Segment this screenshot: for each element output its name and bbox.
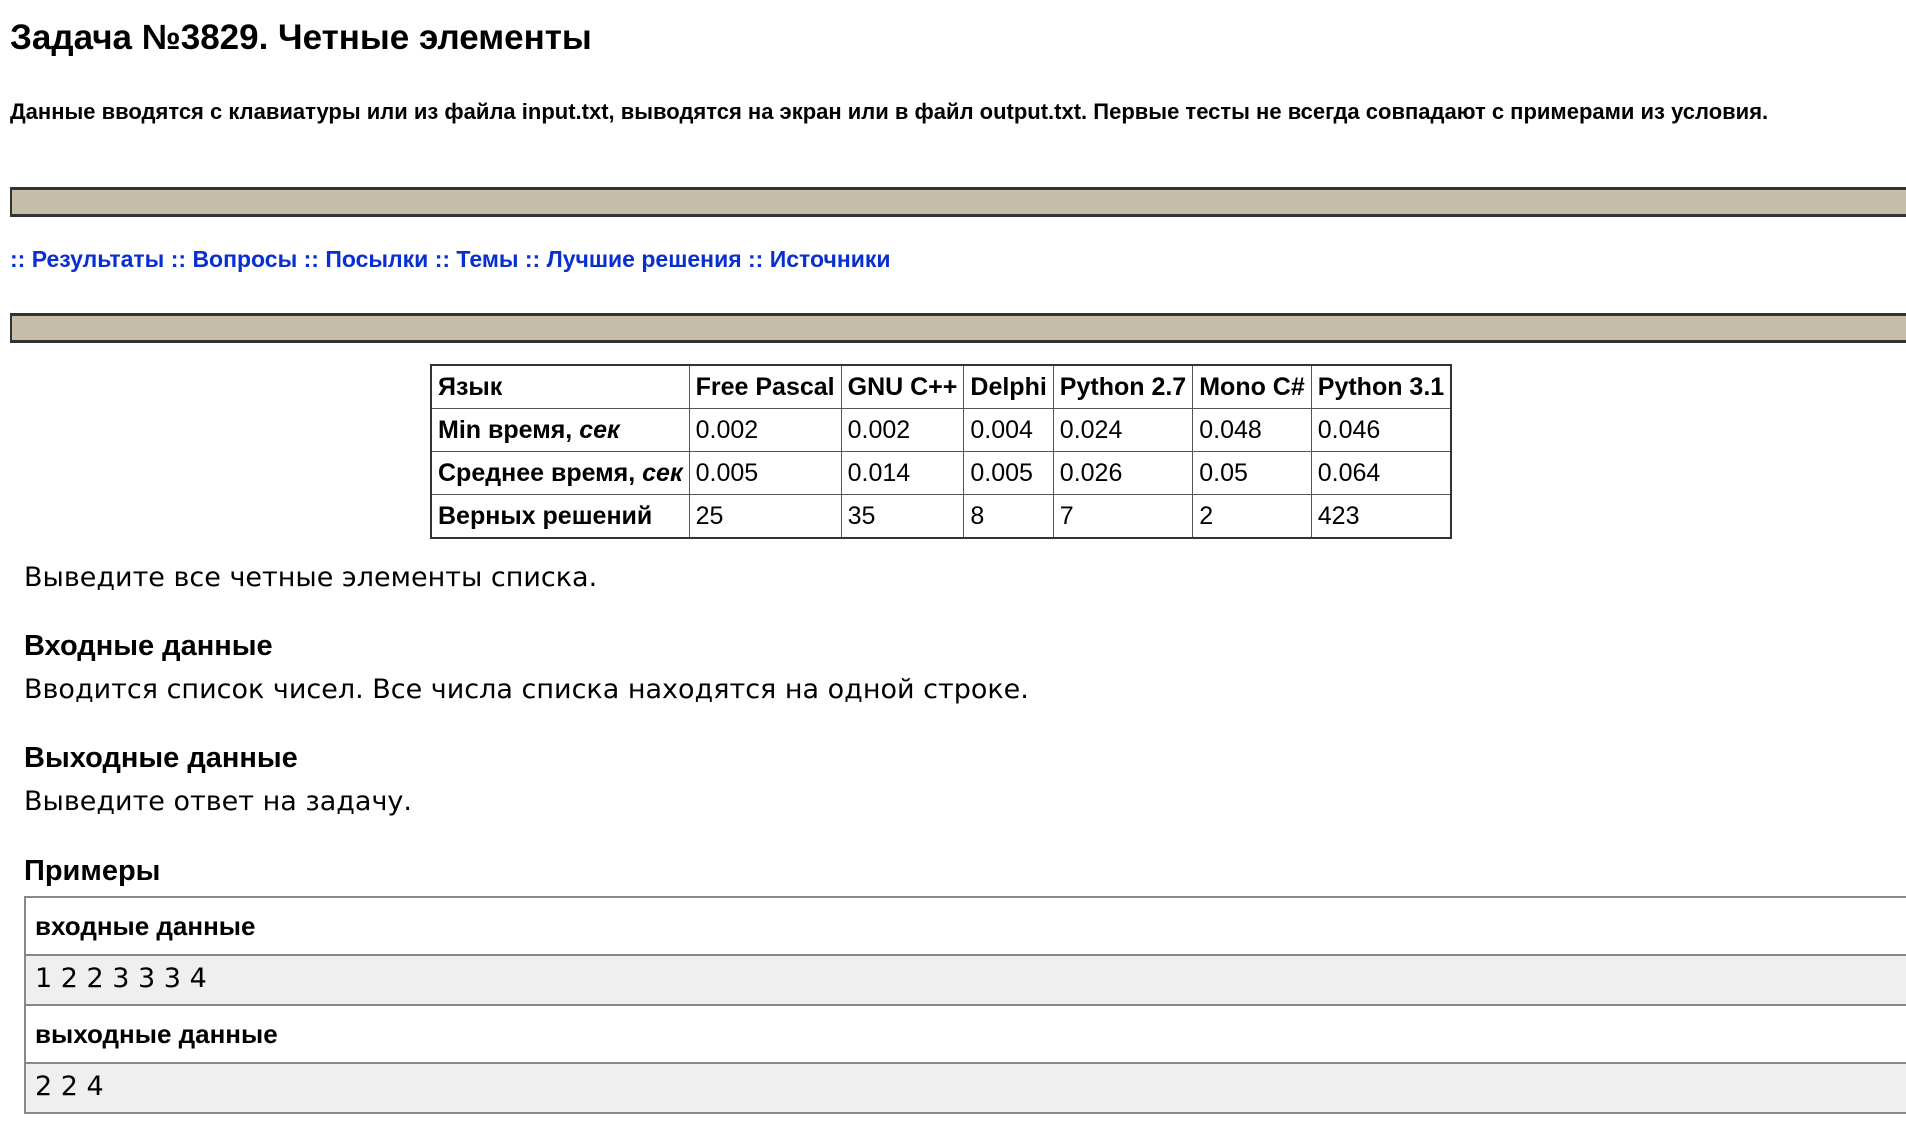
io-note: Данные вводятся с клавиатуры или из файл… [10, 99, 1769, 124]
nav-link-topics[interactable]: Темы [456, 246, 518, 272]
example-output-label: выходные данные [26, 1006, 1906, 1064]
row-unit: сек [642, 458, 683, 487]
value-cell: 0.014 [840, 451, 965, 495]
value-cell: 0.064 [1310, 451, 1452, 495]
problem-nav: :: Результаты :: Вопросы :: Посылки :: Т… [10, 246, 891, 273]
nav-separator: :: [170, 246, 187, 272]
nav-separator: :: [434, 246, 451, 272]
row-unit: сек [579, 415, 620, 444]
example-input-value: 1 2 2 3 3 3 4 [26, 956, 1906, 1006]
divider-bar [10, 313, 1906, 343]
example-input-label: входные данные [26, 898, 1906, 956]
row-label-cell: Верных решений [430, 494, 690, 539]
nav-link-results[interactable]: Результаты [32, 246, 165, 272]
header-cell: Free Pascal [688, 364, 842, 409]
table-row: Верных решений 25 35 8 7 2 423 [430, 494, 1452, 539]
value-cell: 7 [1052, 494, 1194, 539]
value-cell: 0.048 [1192, 408, 1312, 452]
examples-heading: Примеры [24, 855, 161, 887]
nav-separator: :: [303, 246, 319, 272]
table-header-row: Язык Free Pascal GNU C++ Delphi Python 2.7 Mo… [430, 364, 1452, 409]
value-cell: 2 [1192, 494, 1312, 539]
language-stats-table: Язык Free Pascal GNU C++ Delphi Python 2.7 Mo… [430, 364, 1453, 539]
row-label: Среднее время, [438, 458, 643, 487]
value-cell: 0.005 [963, 451, 1054, 495]
nav-separator: :: [10, 246, 26, 272]
value-cell: 0.05 [1192, 451, 1312, 495]
input-heading: Входные данные [24, 630, 273, 662]
nav-link-sources[interactable]: Источники [770, 246, 891, 272]
nav-link-questions[interactable]: Вопросы [192, 246, 297, 272]
header-cell: GNU C++ [840, 364, 965, 409]
problem-statement: Выведите все четные элементы списка. [24, 562, 598, 593]
value-cell: 8 [963, 494, 1054, 539]
value-cell: 0.002 [688, 408, 842, 452]
value-cell: 0.002 [840, 408, 965, 452]
header-cell: Delphi [963, 364, 1054, 409]
value-cell: 0.005 [688, 451, 842, 495]
row-label-cell: Среднее время, сек [430, 451, 690, 495]
value-cell: 423 [1310, 494, 1452, 539]
value-cell: 35 [840, 494, 965, 539]
row-label: Min время, [438, 415, 580, 444]
header-cell: Python 3.1 [1310, 364, 1452, 409]
nav-separator: :: [524, 246, 541, 272]
nav-link-best-solutions[interactable]: Лучшие решения [547, 246, 742, 272]
table-row: Среднее время, сек 0.005 0.014 0.005 0.026 0.… [430, 451, 1452, 495]
example-output-value: 2 2 4 [26, 1064, 1906, 1112]
page-title: Задача №3829. Четные элементы [10, 18, 592, 57]
row-label: Верных решений [438, 501, 653, 530]
value-cell: 0.026 [1052, 451, 1194, 495]
table-row: Min время, сек 0.002 0.002 0.004 0.024 0.048 0… [430, 408, 1452, 452]
header-cell: Mono C# [1192, 364, 1312, 409]
header-cell: Язык [430, 364, 690, 409]
header-cell: Python 2.7 [1052, 364, 1194, 409]
output-description: Выведите ответ на задачу. [24, 786, 412, 817]
input-description: Вводится список чисел. Все числа списка … [24, 674, 1029, 705]
value-cell: 0.004 [963, 408, 1054, 452]
value-cell: 0.024 [1052, 408, 1194, 452]
nav-link-submissions[interactable]: Посылки [325, 246, 428, 272]
nav-separator: :: [748, 246, 764, 272]
row-label-cell: Min время, сек [430, 408, 690, 452]
examples-box: входные данные 1 2 2 3 3 3 4 выходные да… [24, 896, 1906, 1114]
output-heading: Выходные данные [24, 742, 298, 774]
value-cell: 25 [688, 494, 842, 539]
divider-bar [10, 187, 1906, 217]
value-cell: 0.046 [1310, 408, 1452, 452]
